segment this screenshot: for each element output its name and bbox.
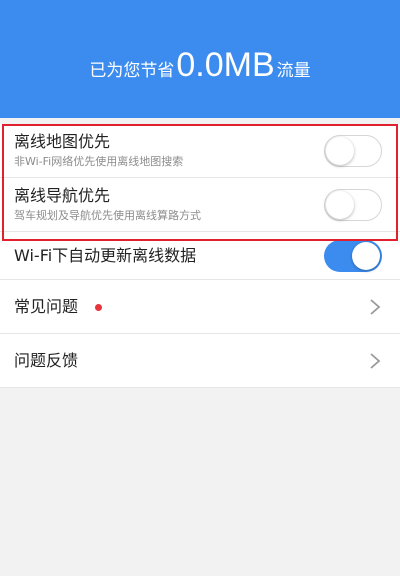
new-badge-dot (95, 303, 103, 311)
settings-list: 离线地图优先 非Wi-Fi网络优先使用离线地图搜索 离线导航优先 驾车规划及导航… (0, 124, 400, 388)
wifi-auto-update-row[interactable]: Wi-Fi下自动更新离线数据 (0, 232, 400, 280)
offline-map-priority-row[interactable]: 离线地图优先 非Wi-Fi网络优先使用离线地图搜索 (0, 124, 400, 178)
offline-nav-toggle[interactable] (324, 188, 382, 221)
chevron-right-icon (370, 298, 381, 315)
saved-prefix: 已为您节省 (89, 60, 175, 81)
toggle-knob (326, 136, 354, 165)
wifi-update-text: Wi-Fi下自动更新离线数据 (14, 246, 324, 266)
feedback-text: 问题反馈 (14, 351, 368, 371)
savings-line: 已为您节省 0.0MB 流量 (89, 46, 310, 85)
saved-suffix: 流量 (276, 60, 311, 81)
offline-nav-title: 离线导航优先 (14, 185, 111, 205)
faq-text: 常见问题 (14, 297, 368, 317)
wifi-update-toggle[interactable] (324, 239, 382, 272)
feedback-row[interactable]: 问题反馈 (0, 334, 400, 388)
saved-value: 0.0MB (176, 45, 275, 84)
offline-nav-priority-row[interactable]: 离线导航优先 驾车规划及导航优先使用离线算路方式 (0, 178, 400, 232)
faq-row[interactable]: 常见问题 (0, 280, 400, 334)
toggle-knob (326, 190, 354, 219)
offline-map-title: 离线地图优先 (14, 131, 111, 151)
offline-nav-text: 离线导航优先 驾车规划及导航优先使用离线算路方式 (14, 186, 324, 224)
toggle-knob (352, 241, 380, 270)
empty-background-area (0, 398, 400, 576)
offline-map-text: 离线地图优先 非Wi-Fi网络优先使用离线地图搜索 (14, 132, 324, 170)
wifi-update-title: Wi-Fi下自动更新离线数据 (14, 245, 197, 265)
offline-nav-subtitle: 驾车规划及导航优先使用离线算路方式 (14, 208, 201, 222)
feedback-title: 问题反馈 (14, 350, 79, 370)
chevron-right-icon (370, 352, 381, 369)
offline-map-subtitle: 非Wi-Fi网络优先使用离线地图搜索 (14, 154, 184, 168)
offline-map-toggle[interactable] (324, 134, 382, 167)
faq-title: 常见问题 (14, 296, 79, 316)
savings-header: 已为您节省 0.0MB 流量 (0, 0, 400, 118)
